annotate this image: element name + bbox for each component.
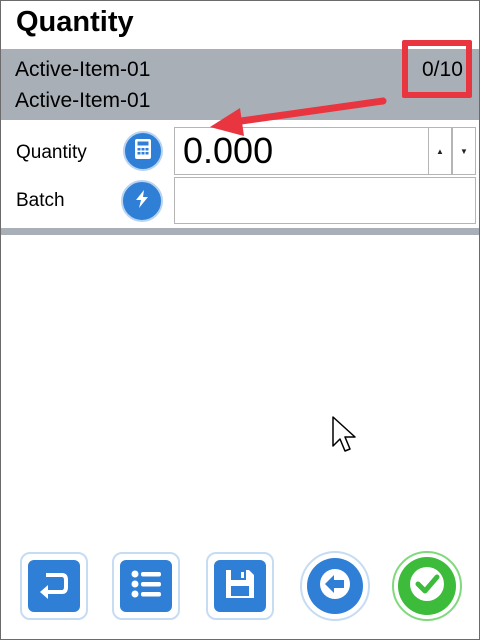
confirm-button[interactable] xyxy=(392,551,462,621)
spin-up-button[interactable]: ▲ xyxy=(428,127,452,175)
triangle-down-icon: ▼ xyxy=(460,146,468,156)
back-button[interactable] xyxy=(300,551,370,621)
quantity-input[interactable]: 0.000 xyxy=(174,127,452,175)
checkmark-icon xyxy=(407,564,447,609)
undo-button[interactable] xyxy=(20,552,88,620)
batch-input[interactable] xyxy=(174,177,476,224)
list-icon xyxy=(129,567,163,606)
save-icon xyxy=(223,567,257,606)
calculator-icon xyxy=(134,138,152,165)
page-title: Quantity xyxy=(16,6,134,38)
batch-generate-button[interactable] xyxy=(121,180,163,222)
list-button[interactable] xyxy=(112,552,180,620)
form-separator xyxy=(1,228,479,235)
save-button[interactable] xyxy=(206,552,274,620)
lightning-icon xyxy=(131,188,153,215)
undo-icon xyxy=(37,567,71,606)
batch-label: Batch xyxy=(16,190,65,211)
mouse-cursor-icon xyxy=(332,416,358,461)
item-description: Active-Item-01 xyxy=(15,89,151,112)
item-code: Active-Item-01 xyxy=(15,58,151,81)
triangle-up-icon: ▲ xyxy=(436,146,444,156)
back-arrow-icon xyxy=(319,568,351,605)
quantity-label: Quantity xyxy=(16,142,87,163)
counter-highlight-box xyxy=(402,40,472,98)
spin-down-button[interactable]: ▼ xyxy=(452,127,476,175)
calculator-button[interactable] xyxy=(123,131,163,171)
